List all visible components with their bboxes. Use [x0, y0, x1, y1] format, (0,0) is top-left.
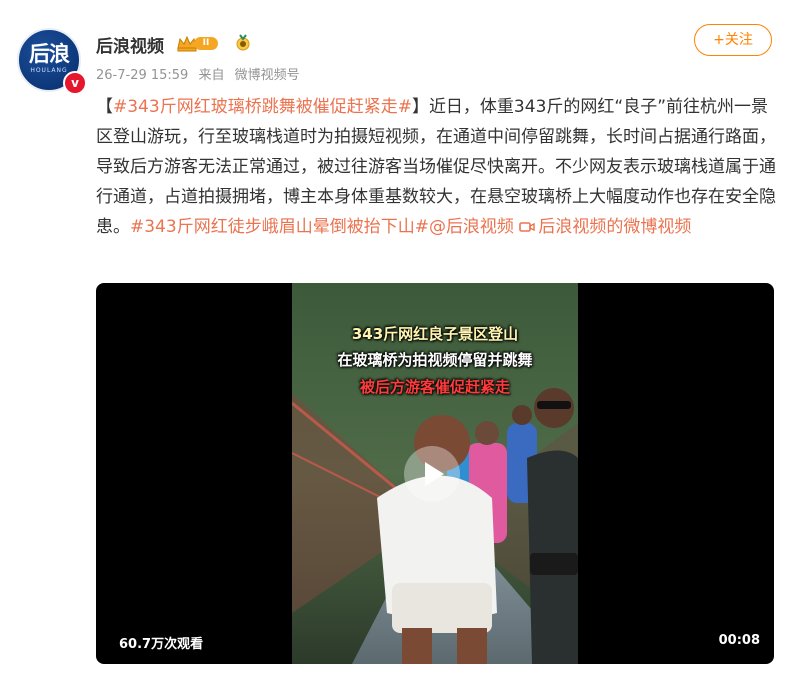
video-link-label: 后浪视频的微博视频 — [538, 217, 692, 237]
post-source[interactable]: 微博视频号 — [235, 68, 300, 83]
post-text: 【#343斤网红玻璃桥跳舞被催促赶紧走#】近日，体重343斤的网红“良子”前往杭… — [96, 92, 778, 242]
topic-link-2[interactable]: #343斤网红徒步峨眉山晕倒被抬下山# — [130, 217, 429, 237]
follow-button[interactable]: +关注 — [694, 24, 772, 56]
video-caption-line2: 在玻璃桥为拍视频停留并跳舞 — [337, 351, 533, 369]
author-name[interactable]: 后浪视频 — [96, 32, 164, 57]
post-time[interactable]: 26-7-29 15:59 — [96, 68, 188, 83]
video-caption-line1: 343斤网红良子景区登山 — [351, 325, 519, 343]
mention-link[interactable]: @后浪视频 — [429, 217, 514, 237]
avatar-logo-text: 后浪 — [29, 42, 70, 66]
verified-badge-icon: v — [63, 71, 87, 95]
vip-level-label: II — [194, 37, 218, 50]
video-camera-icon — [519, 222, 536, 232]
video-link[interactable]: 后浪视频的微博视频 — [519, 217, 691, 237]
video-caption-line3: 被后方游客催促赶紧走 — [359, 378, 510, 396]
post-body-text: 近日，体重343斤的网红“良子”前往杭州一景区登山游玩，行至玻璃栈道时为拍摄短视… — [96, 97, 776, 237]
video-duration: 00:08 — [718, 633, 760, 648]
source-prefix: 来自 — [198, 68, 225, 83]
topic-link-1[interactable]: #343斤网红玻璃桥跳舞被催促赶紧走# — [113, 97, 412, 117]
play-icon — [425, 462, 444, 486]
video-player[interactable]: 343斤网红良子景区登山 在玻璃桥为拍视频停留并跳舞 被后方游客催促赶紧走 60… — [96, 283, 774, 664]
medal-icon[interactable] — [234, 33, 252, 53]
bracket-close: 】 — [411, 97, 429, 117]
vip-badge[interactable]: II — [176, 34, 220, 52]
play-button[interactable] — [404, 446, 460, 502]
view-count: 60.7万次观看 — [119, 637, 204, 652]
bracket-open: 【 — [96, 97, 113, 117]
post-meta: 26-7-29 15:59 来自 微博视频号 — [96, 64, 306, 83]
